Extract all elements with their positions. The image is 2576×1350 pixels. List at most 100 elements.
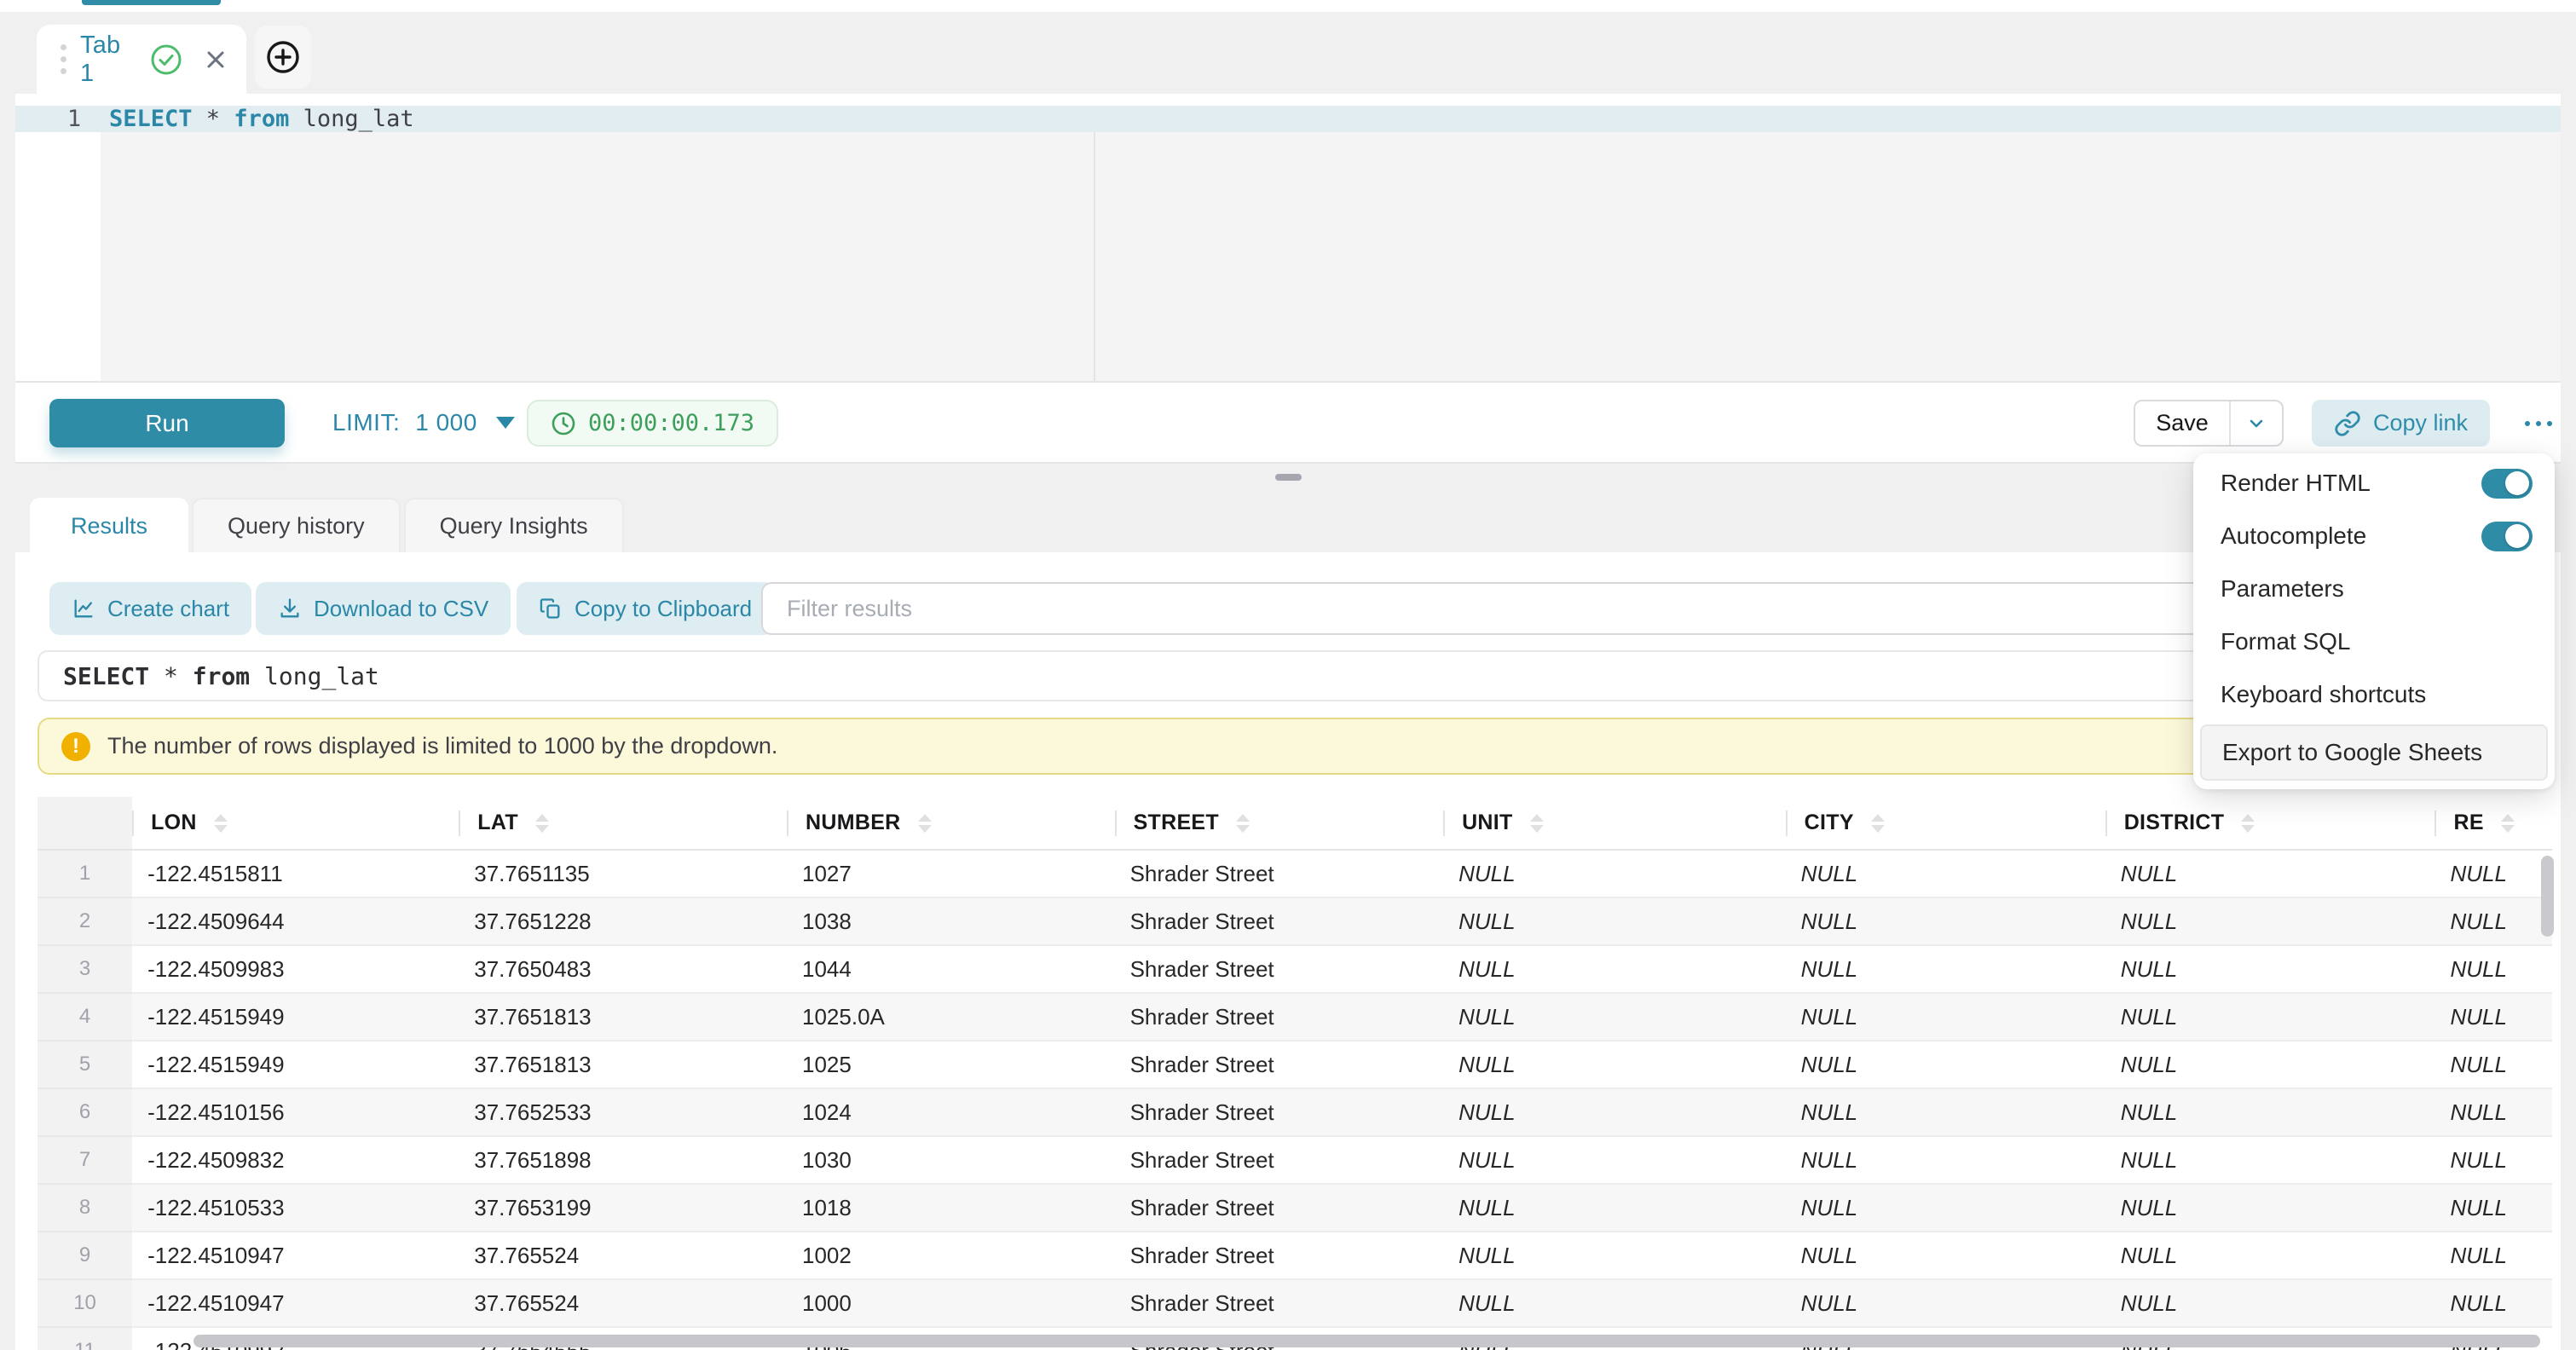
sort-carets-icon[interactable] [1871, 814, 1885, 833]
table-cell[interactable]: 37.765524 [459, 1279, 787, 1327]
column-header-unit[interactable]: UNIT [1443, 797, 1786, 850]
table-cell[interactable]: NULL [2434, 1184, 2552, 1232]
table-cell[interactable]: -122.4515949 [132, 1041, 459, 1088]
table-cell[interactable]: NULL [1786, 945, 2105, 993]
table-cell[interactable]: NULL [2105, 1088, 2435, 1136]
sort-carets-icon[interactable] [2501, 814, 2515, 833]
table-cell[interactable]: NULL [1786, 1184, 2105, 1232]
copy-clipboard-button[interactable]: Copy to Clipboard [517, 582, 774, 635]
table-cell[interactable]: Shrader Street [1115, 945, 1444, 993]
table-cell[interactable]: NULL [1786, 1088, 2105, 1136]
table-cell[interactable]: NULL [1786, 1279, 2105, 1327]
table-cell[interactable]: 1002 [787, 1232, 1115, 1279]
sort-carets-icon[interactable] [1236, 814, 1250, 833]
tab-results[interactable]: Results [30, 498, 188, 552]
column-header-street[interactable]: STREET [1115, 797, 1444, 850]
tab-close-icon[interactable] [202, 46, 229, 73]
table-cell[interactable]: Shrader Street [1115, 897, 1444, 945]
copy-link-button[interactable]: Copy link [2312, 400, 2490, 447]
editor-empty-area[interactable] [101, 132, 2561, 381]
autocomplete-toggle[interactable] [2481, 522, 2533, 551]
table-cell[interactable]: NULL [1443, 1232, 1786, 1279]
table-cell[interactable]: NULL [2434, 1088, 2552, 1136]
table-cell[interactable]: NULL [2434, 993, 2552, 1041]
table-cell[interactable]: 37.7653199 [459, 1184, 787, 1232]
table-cell[interactable]: NULL [1786, 993, 2105, 1041]
column-header-lon[interactable]: LON [132, 797, 459, 850]
table-cell[interactable]: NULL [1443, 1088, 1786, 1136]
table-cell[interactable]: NULL [1786, 850, 2105, 897]
table-cell[interactable]: Shrader Street [1115, 1088, 1444, 1136]
sort-carets-icon[interactable] [214, 814, 228, 833]
table-cell[interactable]: -122.4510533 [132, 1184, 459, 1232]
tab-active[interactable]: Tab 1 [37, 25, 246, 94]
column-header-city[interactable]: CITY [1786, 797, 2105, 850]
horizontal-scrollbar[interactable] [193, 1335, 2540, 1347]
table-cell[interactable]: -122.4515949 [132, 993, 459, 1041]
table-cell[interactable]: NULL [1443, 850, 1786, 897]
table-cell[interactable]: Shrader Street [1115, 1232, 1444, 1279]
table-cell[interactable]: NULL [2434, 945, 2552, 993]
table-cell[interactable]: Shrader Street [1115, 1184, 1444, 1232]
sort-carets-icon[interactable] [918, 814, 932, 833]
table-cell[interactable]: NULL [2434, 1279, 2552, 1327]
table-cell[interactable]: -122.4510156 [132, 1088, 459, 1136]
sql-editor[interactable]: 1 SELECT * from long_lat [15, 94, 2561, 381]
menu-item-parameters[interactable]: Parameters [2193, 562, 2555, 615]
more-options-button[interactable] [2509, 400, 2568, 447]
code-line[interactable]: SELECT * from long_lat [109, 106, 414, 132]
table-cell[interactable]: NULL [2434, 1136, 2552, 1184]
table-cell[interactable]: NULL [1443, 1184, 1786, 1232]
table-cell[interactable]: NULL [2105, 897, 2435, 945]
table-cell[interactable]: -122.4515811 [132, 850, 459, 897]
table-cell[interactable]: 37.7650483 [459, 945, 787, 993]
table-cell[interactable]: Shrader Street [1115, 1041, 1444, 1088]
pane-resize-handle[interactable] [1275, 474, 1302, 481]
table-cell[interactable]: NULL [1443, 1041, 1786, 1088]
tab-drag-handle-icon[interactable] [61, 44, 66, 74]
table-cell[interactable]: NULL [2434, 897, 2552, 945]
table-cell[interactable]: Shrader Street [1115, 850, 1444, 897]
menu-item-export-google-sheets[interactable]: Export to Google Sheets [2200, 724, 2548, 781]
table-cell[interactable]: NULL [1786, 1232, 2105, 1279]
sort-carets-icon[interactable] [535, 814, 549, 833]
menu-item-format-sql[interactable]: Format SQL [2193, 615, 2555, 668]
table-cell[interactable]: NULL [1786, 1136, 2105, 1184]
menu-item-autocomplete[interactable]: Autocomplete [2193, 510, 2555, 562]
table-cell[interactable]: NULL [2105, 850, 2435, 897]
table-cell[interactable]: NULL [2105, 945, 2435, 993]
limit-dropdown[interactable]: LIMIT: 1 000 [332, 383, 515, 462]
table-cell[interactable]: 37.7651813 [459, 993, 787, 1041]
download-csv-button[interactable]: Download to CSV [256, 582, 511, 635]
table-cell[interactable]: NULL [1443, 1279, 1786, 1327]
table-cell[interactable]: 1038 [787, 897, 1115, 945]
table-cell[interactable]: NULL [2105, 1136, 2435, 1184]
table-cell[interactable]: 1025 [787, 1041, 1115, 1088]
table-cell[interactable]: -122.4510947 [132, 1279, 459, 1327]
table-cell[interactable]: Shrader Street [1115, 1136, 1444, 1184]
table-cell[interactable]: NULL [1443, 1136, 1786, 1184]
save-options-button[interactable] [2229, 401, 2282, 445]
table-cell[interactable]: 37.7651898 [459, 1136, 787, 1184]
column-header-re[interactable]: RE [2434, 797, 2552, 850]
add-tab-button[interactable] [255, 26, 311, 89]
table-cell[interactable]: NULL [2105, 1041, 2435, 1088]
table-cell[interactable]: NULL [2434, 1041, 2552, 1088]
table-cell[interactable]: -122.4509832 [132, 1136, 459, 1184]
table-cell[interactable]: 37.7651228 [459, 897, 787, 945]
menu-item-keyboard-shortcuts[interactable]: Keyboard shortcuts [2193, 668, 2555, 721]
table-cell[interactable]: -122.4509983 [132, 945, 459, 993]
table-cell[interactable]: NULL [2434, 850, 2552, 897]
column-header-district[interactable]: DISTRICT [2105, 797, 2435, 850]
table-cell[interactable]: 1000 [787, 1279, 1115, 1327]
table-cell[interactable]: 1044 [787, 945, 1115, 993]
table-cell[interactable]: NULL [1786, 897, 2105, 945]
table-cell[interactable]: 37.7652533 [459, 1088, 787, 1136]
table-cell[interactable]: NULL [2105, 1232, 2435, 1279]
save-button[interactable]: Save [2135, 401, 2229, 445]
table-cell[interactable]: Shrader Street [1115, 993, 1444, 1041]
table-cell[interactable]: NULL [2105, 1279, 2435, 1327]
table-cell[interactable]: NULL [2105, 1184, 2435, 1232]
tab-query-history[interactable]: Query history [192, 498, 401, 552]
table-cell[interactable]: 37.765524 [459, 1232, 787, 1279]
